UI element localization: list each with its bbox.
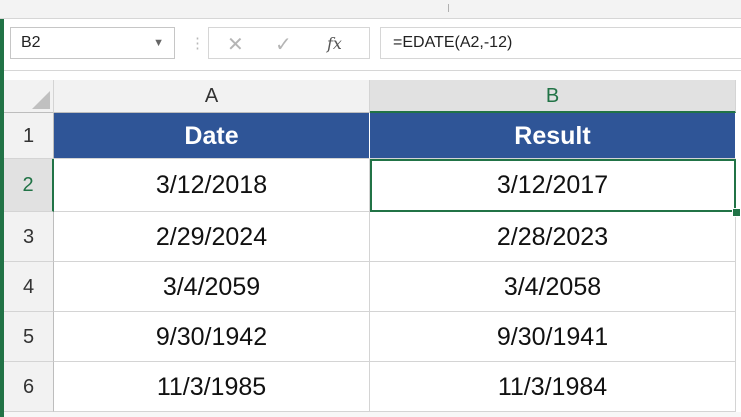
- ribbon-tick: [448, 4, 449, 12]
- cell-a6[interactable]: 11/3/1985: [54, 362, 370, 412]
- cell-b6[interactable]: 11/3/1984: [370, 362, 736, 412]
- select-all-button[interactable]: [4, 80, 54, 113]
- cell-a5[interactable]: 9/30/1942: [54, 312, 370, 362]
- insert-function-icon[interactable]: fx: [327, 34, 342, 53]
- name-box[interactable]: B2 ▼: [10, 27, 175, 59]
- column-header-a[interactable]: A: [54, 80, 370, 113]
- row-header-1[interactable]: 1: [4, 113, 54, 159]
- column-header-b[interactable]: B: [370, 80, 736, 113]
- formula-buttons: ✕ ✓ fx: [208, 27, 370, 59]
- cell-b5[interactable]: 9/30/1941: [370, 312, 736, 362]
- enter-icon[interactable]: ✓: [275, 32, 292, 57]
- cell-b2[interactable]: 3/12/2017: [370, 159, 736, 212]
- fill-handle[interactable]: [732, 208, 741, 217]
- formula-bar-divider: [0, 70, 741, 71]
- name-box-value: B2: [21, 34, 41, 51]
- select-all-triangle-icon: [32, 91, 50, 109]
- table-header-result[interactable]: Result: [370, 113, 736, 159]
- row-header-5[interactable]: 5: [4, 312, 54, 362]
- cell-a2[interactable]: 3/12/2018: [54, 159, 370, 212]
- grip-icon[interactable]: ⋮: [190, 34, 205, 52]
- row-header-2[interactable]: 2: [4, 159, 54, 212]
- row-header-6[interactable]: 6: [4, 362, 54, 412]
- chevron-down-icon[interactable]: ▼: [153, 37, 164, 49]
- cell-a3[interactable]: 2/29/2024: [54, 212, 370, 262]
- formula-input[interactable]: =EDATE(A2,-12): [380, 27, 741, 59]
- table-header-date[interactable]: Date: [54, 113, 370, 159]
- ribbon-edge: [0, 0, 741, 18]
- cell-b4[interactable]: 3/4/2058: [370, 262, 736, 312]
- cancel-icon[interactable]: ✕: [227, 32, 244, 57]
- formula-text: =EDATE(A2,-12): [393, 34, 513, 51]
- cell-a4[interactable]: 3/4/2059: [54, 262, 370, 312]
- row-header-3[interactable]: 3: [4, 212, 54, 262]
- next-row-edge: [4, 412, 741, 417]
- row-header-4[interactable]: 4: [4, 262, 54, 312]
- cell-b3[interactable]: 2/28/2023: [370, 212, 736, 262]
